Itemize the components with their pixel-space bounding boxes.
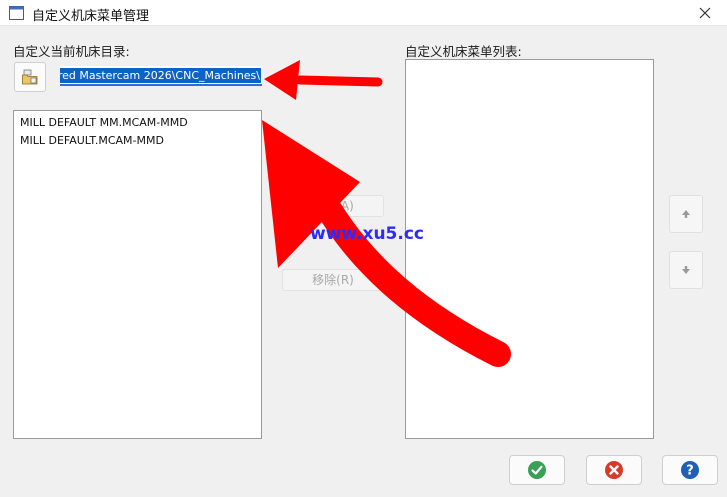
watermark-text: www.xu5.cc [310,224,424,244]
move-up-button[interactable] [669,195,703,233]
directory-path-input[interactable]: ared Mastercam 2026\CNC_Machines\ [60,66,262,86]
annotation-arrow-horizontal [264,60,383,100]
close-icon [699,7,711,19]
menu-list-label: 自定义机床菜单列表: [405,44,522,59]
remove-button[interactable]: 移除(R) [282,269,384,291]
help-button[interactable]: ? [662,455,718,485]
ok-button[interactable] [509,455,565,485]
directory-path-value: ared Mastercam 2026\CNC_Machines\ [60,68,261,83]
move-down-button[interactable] [669,251,703,289]
checkmark-icon [528,461,546,479]
window-title: 自定义机床菜单管理 [32,9,150,24]
arrow-up-icon [682,210,690,218]
folder-icon [22,69,38,85]
cancel-button[interactable] [586,455,642,485]
cancel-icon [605,461,623,479]
arrow-down-icon [682,266,690,274]
machine-menu-list[interactable] [405,59,654,439]
window-icon [9,6,24,20]
help-icon: ? [681,461,699,479]
browse-folder-button[interactable] [14,62,46,92]
title-bar: 自定义机床菜单管理 [0,0,727,26]
svg-text:?: ? [686,464,694,479]
current-directory-label: 自定义当前机床目录: [13,44,130,59]
machine-file-list[interactable]: MILL DEFAULT MM.MCAM-MMD MILL DEFAULT.MC… [13,110,262,439]
list-item-mill-default-mm[interactable]: MILL DEFAULT MM.MCAM-MMD [14,114,261,132]
add-button[interactable]: 添加(A) [282,195,384,217]
list-item-mill-default[interactable]: MILL DEFAULT.MCAM-MMD [14,132,261,150]
close-button[interactable] [694,3,716,23]
